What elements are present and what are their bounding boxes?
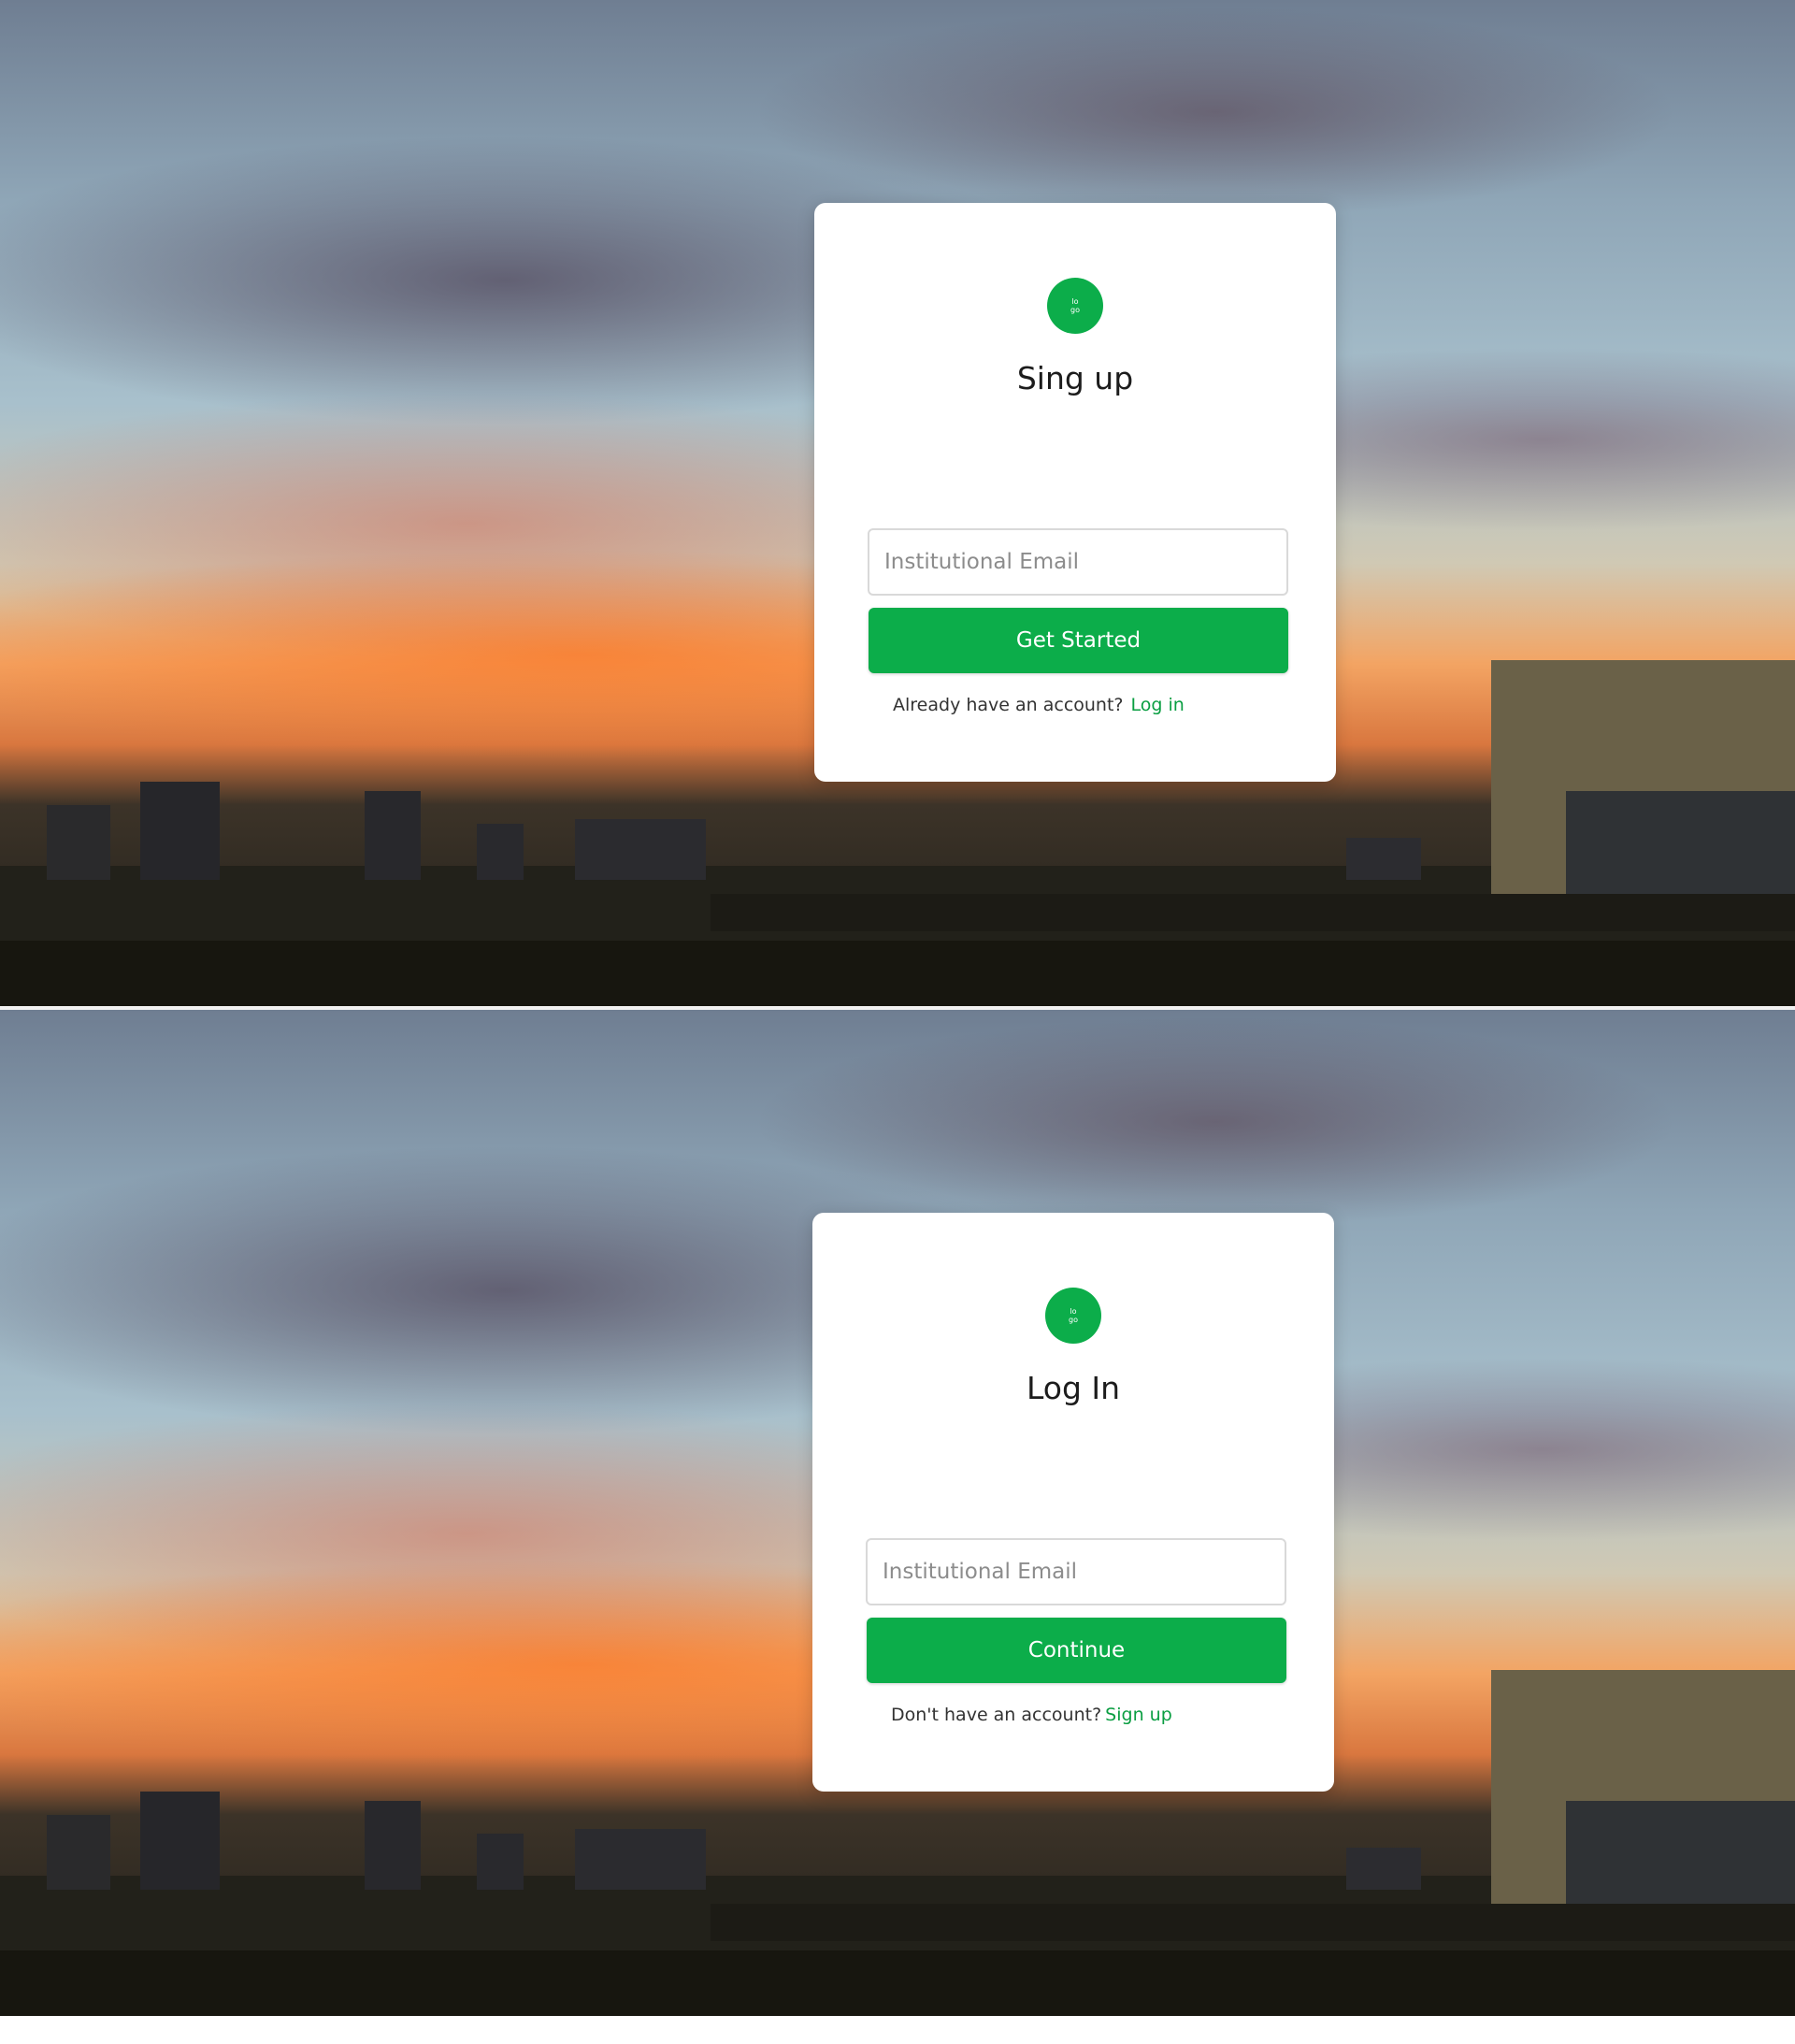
- login-prompt: Already have an account? Log in: [893, 695, 1185, 715]
- login-card: lo go Log In Continue Don't have an acco…: [812, 1213, 1334, 1792]
- login-link[interactable]: Log in: [1131, 695, 1185, 715]
- signup-prompt: Don't have an account? Sign up: [891, 1705, 1172, 1725]
- login-screen: lo go Log In Continue Don't have an acco…: [0, 1010, 1795, 2016]
- logo: lo go: [1047, 278, 1103, 334]
- signup-screen: lo go Sing up Get Started Already have a…: [0, 0, 1795, 1006]
- signup-prompt-text: Don't have an account?: [891, 1705, 1102, 1725]
- email-field[interactable]: [866, 1538, 1286, 1605]
- get-started-button[interactable]: Get Started: [869, 608, 1288, 673]
- signup-link[interactable]: Sign up: [1105, 1705, 1172, 1725]
- email-field[interactable]: [868, 528, 1288, 596]
- page-title: Sing up: [1016, 360, 1134, 396]
- signup-card: lo go Sing up Get Started Already have a…: [814, 203, 1336, 782]
- page-title: Log In: [1026, 1370, 1121, 1406]
- continue-button[interactable]: Continue: [867, 1618, 1286, 1683]
- logo: lo go: [1045, 1288, 1101, 1344]
- login-prompt-text: Already have an account?: [893, 695, 1124, 715]
